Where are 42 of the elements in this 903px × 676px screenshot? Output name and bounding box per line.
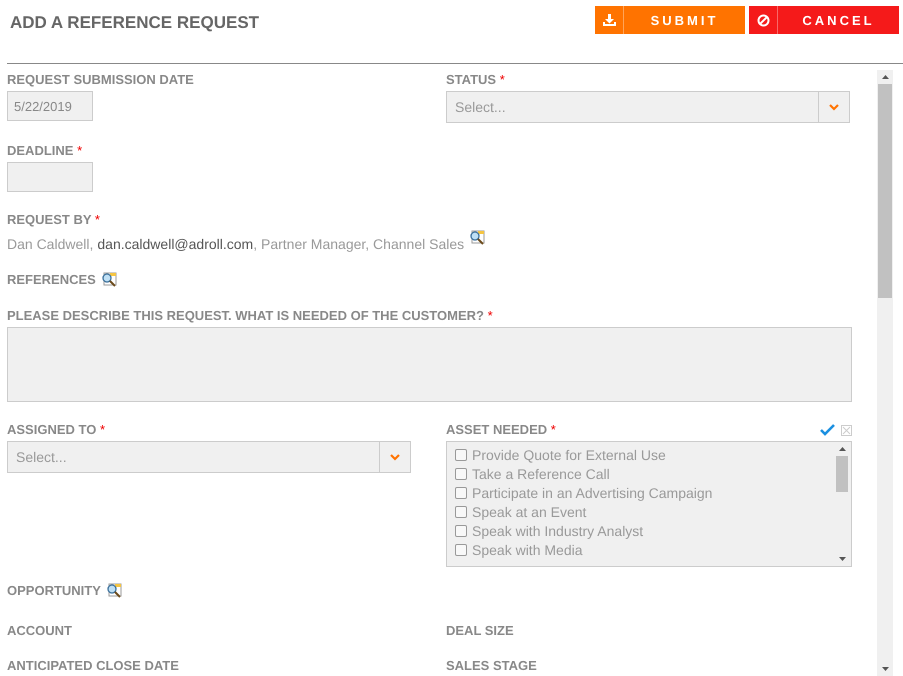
page-scrollbar[interactable] (877, 70, 893, 676)
field-label: OPPORTUNITY (7, 583, 101, 599)
requester-email: dan.caldwell@adroll.com (97, 236, 254, 252)
lookup-icon[interactable] (469, 230, 486, 246)
field-label: REQUEST SUBMISSION DATE (7, 72, 195, 88)
status-dropdown[interactable]: Select... (446, 91, 850, 123)
page-title: ADD A REFERENCE REQUEST (10, 13, 260, 33)
asset-option[interactable]: Speak at an Event (455, 502, 835, 521)
asset-option[interactable]: Provide Quote for External Use (455, 445, 835, 464)
asset-option[interactable]: Participate in an Advertising Campaign (455, 483, 835, 502)
field-label: DEADLINE * (7, 143, 84, 159)
requester-role: , Partner Manager, Channel Sales (253, 236, 464, 252)
field-label: PLEASE DESCRIBE THIS REQUEST. WHAT IS NEEDED OF THE CUSTOMER? * (7, 308, 494, 324)
field-label: ASSIGNED TO * (7, 422, 106, 438)
download-icon (602, 14, 616, 26)
asset-option[interactable]: Speak with Media (455, 540, 835, 559)
select-all-check-icon[interactable] (820, 424, 835, 436)
field-label: STATUS * (446, 72, 506, 88)
field-label: ANTICIPATED CLOSE DATE (7, 658, 180, 674)
field-label: REFERENCES (7, 272, 96, 288)
deadline-field[interactable] (7, 162, 93, 192)
field-label: REQUEST BY * (7, 212, 101, 228)
date-field[interactable]: 5/22/2019 (7, 91, 93, 121)
field-label: SALES STAGE (446, 658, 538, 674)
field-label: ASSET NEEDED * (446, 422, 556, 438)
chevron-down-icon (829, 104, 839, 110)
asset-option[interactable]: Speak with Industry Analyst (455, 521, 835, 540)
scroll-down-icon[interactable] (838, 557, 846, 561)
field-label: ACCOUNT (7, 623, 73, 639)
submit-button[interactable]: SUBMIT (595, 6, 745, 34)
scroll-up-icon[interactable] (838, 447, 846, 451)
lookup-icon[interactable] (106, 583, 122, 599)
lookup-icon[interactable] (100, 272, 117, 288)
scroll-down-icon[interactable] (882, 667, 888, 671)
assigned-to-dropdown[interactable]: Select... (7, 441, 411, 473)
prohibited-icon (756, 14, 770, 26)
asset-option[interactable]: Take a Reference Call (455, 464, 835, 483)
chevron-down-icon (390, 454, 400, 460)
field-label: DEAL SIZE (446, 623, 515, 639)
scroll-up-icon[interactable] (882, 75, 888, 79)
requester-name: Dan Caldwell, (7, 236, 94, 252)
cancel-button[interactable]: CANCEL (749, 6, 899, 34)
